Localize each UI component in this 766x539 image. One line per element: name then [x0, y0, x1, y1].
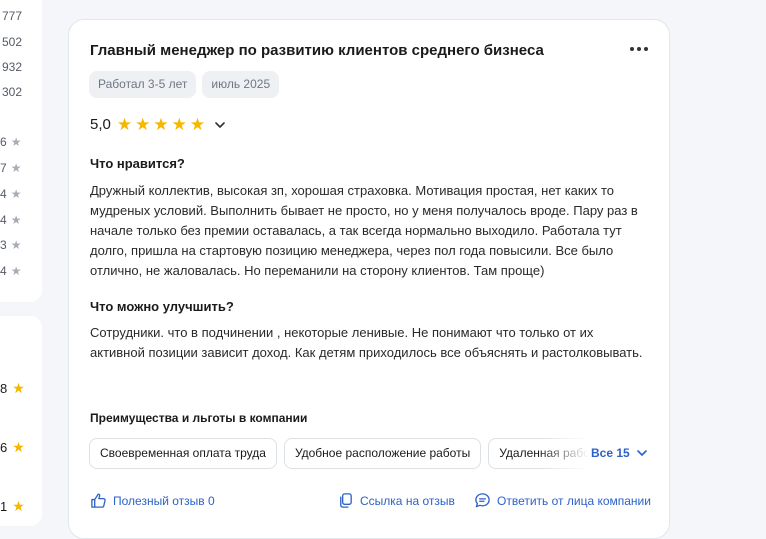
score-item: 6 ★ [0, 439, 25, 456]
score-value: 8 [0, 381, 8, 396]
stat-rating-value: 4 [0, 187, 7, 201]
show-all-label: Все 15 [591, 446, 630, 460]
date-tag: июль 2025 [202, 71, 280, 98]
copy-icon [340, 493, 352, 508]
helpful-label: Полезный отзыв 0 [113, 493, 215, 508]
review-card: Главный менеджер по развитию клиентов ср… [68, 19, 670, 539]
reply-label: Ответить от лица компании [497, 493, 651, 508]
chevron-down-icon [636, 450, 647, 456]
rating-stars: ★ ★ ★ ★ ★ [117, 116, 205, 133]
stat-rating: 3 ★ [0, 238, 21, 252]
likes-text: Дружный коллектив, высокая зп, хорошая с… [90, 183, 638, 278]
reply-as-company-button[interactable]: Ответить от лица компании [474, 492, 651, 509]
score-item: 1 ★ [0, 498, 25, 515]
star-icon: ★ [10, 187, 22, 201]
rating-value: 5,0 [90, 116, 111, 133]
score-item: 8 ★ [0, 380, 25, 397]
stat-rating-value: 6 [0, 135, 7, 149]
star-icon: ★ [116, 115, 133, 134]
stat-rating: 6 ★ [0, 135, 21, 149]
stat-rating: 4 ★ [0, 213, 21, 227]
stat-rating-value: 4 [0, 213, 7, 227]
stat-count: 302 [2, 85, 23, 99]
star-icon: ★ [12, 380, 25, 396]
score-value: 6 [0, 440, 8, 455]
review-tags: Работал 3-5 лет июль 2025 [89, 71, 280, 98]
copy-link-label: Ссылка на отзыв [360, 493, 455, 508]
star-icon: ★ [10, 238, 22, 252]
sidebar-scores-card: 8 ★ 6 ★ 1 ★ [0, 316, 42, 526]
chevron-down-icon[interactable] [213, 118, 227, 132]
more-options-icon[interactable] [628, 42, 650, 56]
stat-rating: 4 ★ [0, 264, 21, 278]
review-title: Главный менеджер по развитию клиентов ср… [90, 42, 544, 59]
stat-rating-value: 4 [0, 264, 7, 278]
show-all-benefits-button[interactable]: Все 15 [591, 446, 648, 460]
stat-count: 777 [2, 9, 23, 23]
star-icon: ★ [171, 115, 187, 134]
chat-bubble-icon [475, 493, 490, 508]
thumbs-up-icon [91, 493, 106, 508]
tenure-tag: Работал 3-5 лет [89, 71, 197, 98]
star-icon: ★ [10, 161, 22, 175]
stat-rating-value: 7 [0, 161, 7, 175]
improve-text: Сотрудники. что в подчинении , некоторые… [90, 325, 643, 360]
stat-rating: 7 ★ [0, 161, 21, 175]
star-icon: ★ [10, 135, 22, 149]
chips-fade [539, 438, 589, 469]
likes-heading: Что нравится? [90, 156, 185, 171]
star-icon: ★ [10, 264, 22, 278]
review-rating: 5,0 ★ ★ ★ ★ ★ [90, 116, 227, 133]
benefits-list: Своевременная оплата труда Удобное распо… [89, 438, 589, 469]
star-icon: ★ [12, 439, 25, 455]
star-icon: ★ [153, 115, 169, 134]
benefit-chip[interactable]: Своевременная оплата труда [89, 438, 277, 469]
stat-count: 932 [2, 60, 23, 74]
stat-rating-value: 3 [0, 238, 7, 252]
benefit-chip[interactable]: Удобное расположение работы [283, 438, 482, 469]
sidebar-stats-card: 777 502 932 302 6 ★ 7 ★ 4 ★ 4 ★ 3 ★ 4 ★ [0, 0, 42, 302]
star-icon: ★ [10, 213, 22, 227]
star-icon: ★ [135, 115, 151, 134]
star-icon: ★ [12, 498, 25, 514]
copy-link-button[interactable]: Ссылка на отзыв [337, 492, 455, 509]
improve-heading: Что можно улучшить? [90, 299, 234, 314]
helpful-button[interactable]: Полезный отзыв 0 [90, 492, 215, 509]
star-icon: ★ [189, 115, 206, 134]
stat-count: 502 [2, 35, 23, 49]
stat-rating: 4 ★ [0, 187, 21, 201]
benefits-heading: Преимущества и льготы в компании [90, 411, 308, 425]
